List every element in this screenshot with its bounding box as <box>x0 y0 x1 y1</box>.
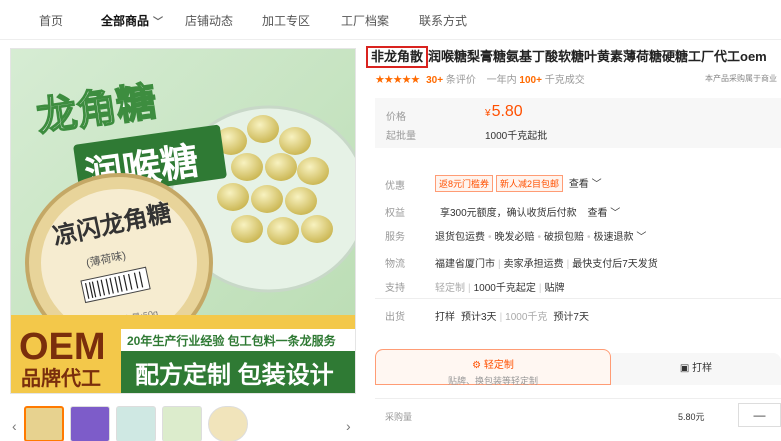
sales-suffix: 千克成交 <box>544 75 585 85</box>
rights-label: 权益 <box>385 208 405 219</box>
rating-stars-icon: ★★★★★ <box>375 74 420 85</box>
service-values[interactable]: 退货包运费 • 晚发必赔 • 破损包赔 • 极速退款 ﹀ <box>435 228 646 243</box>
discount-values: 返8元门槛券 新人减2目包邮 查看 ﹀ <box>435 175 602 192</box>
discount-view-link[interactable]: 查看 ﹀ <box>569 179 602 190</box>
nav-store-news[interactable]: 店铺动态 <box>185 12 233 29</box>
nav-factory-profile[interactable]: 工厂档案 <box>341 12 389 29</box>
nav-processing-zone[interactable]: 加工专区 <box>262 12 310 29</box>
thumbnail-3[interactable] <box>116 406 156 441</box>
chevron-down-icon: ﹀ <box>591 179 602 190</box>
commercial-note: 本产品采购属于商业 <box>705 74 777 83</box>
support-values: 轻定制 | 1000千克起定 | 贴牌 <box>435 283 565 294</box>
chevron-down-icon: ﹀ <box>153 17 164 28</box>
moq-value: 1000千克起批 <box>485 131 548 142</box>
rights-view-link[interactable]: 查看 ﹀ <box>587 208 620 219</box>
nav-contact[interactable]: 联系方式 <box>419 12 467 29</box>
customize-icon: ⚙ <box>472 360 482 371</box>
svg-text:OEM: OEM <box>19 326 106 368</box>
thumbnail-4[interactable] <box>162 406 202 441</box>
chevron-down-icon: ﹀ <box>636 232 647 243</box>
main-product-image[interactable]: 龙角糖 润喉糖 凉闪龙角糖 (薄荷味) 净含量:50g OE <box>10 48 356 394</box>
product-page: 首页 全部商品 ﹀ 店铺动态 加工专区 工厂档案 联系方式 龙角糖 润喉糖 凉闪… <box>0 0 781 441</box>
thumbnail-2[interactable] <box>70 406 110 441</box>
chevron-left-icon[interactable]: ‹ <box>12 418 17 434</box>
svg-text:品牌代工: 品牌代工 <box>21 366 101 390</box>
sales-count: 100+ <box>519 75 542 85</box>
divider <box>375 298 781 299</box>
thumbnail-strip: ‹ › <box>10 404 356 441</box>
support-label: 支持 <box>385 283 405 294</box>
quantity-minus-button[interactable]: — <box>738 403 781 427</box>
coupon-tag-2[interactable]: 新人减2目包邮 <box>496 175 564 192</box>
title-highlight: 非龙角散 <box>366 46 429 68</box>
reviews-count[interactable]: 30+ <box>426 75 443 85</box>
chevron-down-icon: ﹀ <box>610 208 621 219</box>
thumbnail-5[interactable] <box>208 406 248 441</box>
thumbnail-1[interactable] <box>24 406 64 441</box>
rights-value: 享300元额度，确认收货后付款 查看 ﹀ <box>440 208 621 219</box>
service-label: 服务 <box>385 232 405 243</box>
sales-prefix: 一年内 <box>486 75 517 85</box>
logistics-values: 福建省厦门市 | 卖家承担运费 | 最快支付后7天发货 <box>435 259 658 270</box>
shop-nav: 首页 全部商品 ﹀ 店铺动态 加工专区 工厂档案 联系方式 <box>0 0 781 40</box>
unit-price: 5.80元 <box>678 412 705 422</box>
nav-home[interactable]: 首页 <box>39 12 63 29</box>
sample-icon: ▣ <box>679 363 690 374</box>
product-title: 非龙角散 润喉糖梨膏糖氨基丁酸软糖叶黄素薄荷糖硬糖工厂代工oem <box>366 46 781 68</box>
coupon-tag-1[interactable]: 返8元门槛券 <box>435 175 494 192</box>
price-label: 价格 <box>386 112 406 123</box>
reviews-label[interactable]: 条评价 <box>446 75 476 85</box>
sample-button[interactable]: ▣ 打样 <box>611 353 781 385</box>
quantity-label: 采购量 <box>385 412 413 422</box>
discount-label: 优惠 <box>385 181 405 192</box>
divider <box>375 398 781 399</box>
moq-label: 起批量 <box>386 131 416 142</box>
title-rest: 润喉糖梨膏糖氨基丁酸软糖叶黄素薄荷糖硬糖工厂代工oem <box>428 49 767 64</box>
chevron-right-icon[interactable]: › <box>346 418 351 434</box>
svg-text:20年生产行业经验 包工包料一条龙服务: 20年生产行业经验 包工包料一条龙服务 <box>127 333 337 348</box>
ship-values: 打样 预计3天 | 1000千克 预计7天 <box>435 312 589 323</box>
light-customization-button[interactable]: ⚙ 轻定制 贴牌、换包装等轻定制 <box>375 349 611 386</box>
price-value: ¥5.80 <box>485 103 523 120</box>
ship-label: 出货 <box>385 312 405 323</box>
svg-text:配方定制 包装设计: 配方定制 包装设计 <box>135 361 334 389</box>
nav-all-products[interactable]: 全部商品 ﹀ <box>101 12 163 29</box>
logistics-label: 物流 <box>385 259 405 270</box>
price-box: 价格 ¥5.80 起批量 1000千克起批 <box>375 98 781 148</box>
